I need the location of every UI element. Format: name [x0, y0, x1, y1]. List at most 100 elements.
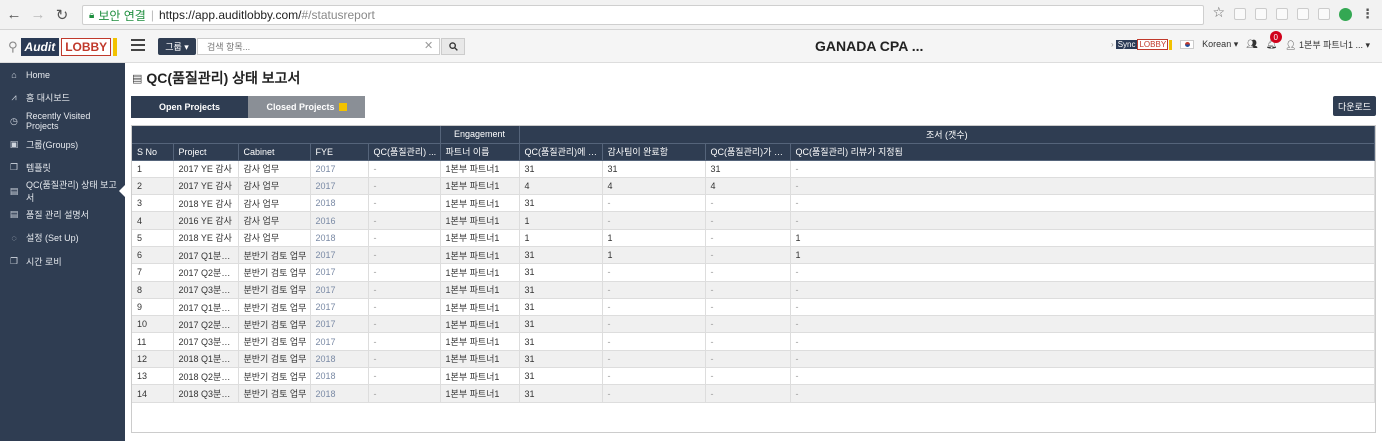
sidebar-item-label: 시간 로비: [26, 256, 62, 267]
bookmark-star-icon[interactable]: ☆: [1212, 4, 1225, 21]
menu-toggle-icon[interactable]: [131, 39, 145, 51]
table-group-header: Engagement 조서 (갯수): [132, 126, 1376, 144]
browser-toolbar: ← → ↻ ⌂ 🔒︎ 보안 연결 | https://app.auditlobb…: [0, 0, 1382, 30]
page-title: ▤ QC(품질관리) 상태 보고서: [132, 70, 301, 86]
table-cell: -: [602, 281, 706, 299]
extension-icon[interactable]: [1234, 8, 1246, 20]
table-row[interactable]: 2 2017 YE 감사 감사 업무 2017-1본부 파트너1 4 4 4-: [132, 177, 1376, 196]
table-row[interactable]: 5 2018 YE 감사 감사 업무 2018-1본부 파트너1 1 1-1: [132, 229, 1376, 247]
table-cell: 31: [519, 384, 603, 403]
search-input[interactable]: [197, 38, 440, 55]
sidebar-item[interactable]: ▤ QC(품질관리) 상태 보고서: [0, 179, 125, 203]
table-row[interactable]: 7 2017 Q2분기 ... 분반기 검토 업무 2017-1본부 파트너1 31- -…: [132, 263, 1376, 282]
table-cell: 31: [519, 332, 603, 351]
sidebar-item[interactable]: ❐ 템플릿: [0, 156, 125, 179]
sidebar-item-label: Home: [26, 69, 51, 80]
table-cell: 1본부 파트너1: [440, 350, 520, 369]
extension-icon[interactable]: [1318, 8, 1330, 20]
table-row[interactable]: 8 2017 Q3분기 ... 분반기 검토 업무 2017-1본부 파트너1 31- -…: [132, 281, 1376, 299]
notification-button[interactable]: 🔔︎ 0: [1266, 31, 1282, 50]
table-cell: 1: [790, 246, 1376, 265]
table-row[interactable]: 9 2017 Q1분기 ... 분반기 검토 업무 2017-1본부 파트너1 31- -…: [132, 298, 1376, 317]
sidebar-item[interactable]: ▤ 품질 관리 설명서: [0, 203, 125, 226]
column-header[interactable]: FYE: [310, 143, 369, 161]
audit-lobby-logo[interactable]: ⚲ Audit LOBBY: [8, 36, 118, 58]
template-icon: ❐: [9, 162, 19, 173]
table-cell: -: [705, 194, 791, 213]
sidebar-item[interactable]: ⩘ 홈 대시보드: [0, 86, 125, 109]
lock-badge-icon: [338, 103, 347, 111]
table-row[interactable]: 10 2017 Q2분기 ... 분반기 검토 업무 2017-1본부 파트너1 31-…: [132, 315, 1376, 334]
reload-icon[interactable]: ↻: [52, 5, 72, 25]
download-button[interactable]: 다운로드: [1333, 96, 1376, 116]
table-cell: -: [790, 350, 1376, 369]
column-header[interactable]: Cabinet: [238, 143, 311, 161]
table-row[interactable]: 6 2017 Q1분기 ... 분반기 검토 업무 2017-1본부 파트너1 31 1-…: [132, 246, 1376, 265]
table-cell: 8: [132, 281, 174, 299]
table-cell: 1: [132, 160, 174, 178]
table-row[interactable]: 4 2016 YE 감사 감사 업무 2016-1본부 파트너1 1- - -: [132, 211, 1376, 230]
table-cell: 감사 업무: [238, 160, 311, 178]
table-row[interactable]: 12 2018 Q1분기 ... 분반기 검토 업무 2018-1본부 파트너1 31-…: [132, 350, 1376, 369]
sidebar: ⌂ Home ⩘ 홈 대시보드 ◷ Recently Visited Projects ▣ 그…: [0, 63, 125, 441]
table-cell: -: [368, 263, 441, 282]
sidebar-item[interactable]: ◷ Recently Visited Projects: [0, 110, 125, 133]
table-cell: 31: [519, 281, 603, 299]
forward-arrow-icon[interactable]: →: [28, 5, 48, 25]
table-cell: 2018: [310, 350, 369, 369]
column-header[interactable]: QC(품질관리)가 리뷰...: [705, 143, 791, 161]
table-cell: 분반기 검토 업무: [238, 384, 311, 403]
tab-closed-projects[interactable]: Closed Projects: [248, 96, 365, 118]
sidebar-item[interactable]: ❐ 시간 로비: [0, 249, 125, 272]
camera-extension-icon[interactable]: [1255, 8, 1267, 20]
users-icon[interactable]: 👥︎: [1246, 39, 1257, 50]
status-report-table: Engagement 조서 (갯수) S No Project Cabinet FYE…: [131, 125, 1376, 433]
table-cell: -: [705, 298, 791, 317]
table-row[interactable]: 14 2018 Q3분기 ... 분반기 검토 업무 2018-1본부 파트너1 31-…: [132, 384, 1376, 403]
back-arrow-icon[interactable]: ←: [4, 5, 24, 25]
table-cell: 2018 Q3분기 ...: [173, 384, 239, 403]
table-cell: -: [368, 315, 441, 334]
header-actions: › Sync LOBBY Korean ▾ 👥︎ 🔔︎ 0 👤︎ 1본부 파트너…: [1111, 31, 1370, 51]
table-cell: -: [368, 229, 441, 247]
clear-icon[interactable]: ✕: [424, 39, 433, 52]
column-header[interactable]: S No: [132, 143, 174, 161]
group-select[interactable]: 그룹 ▾: [158, 38, 196, 55]
address-bar[interactable]: 🔒︎ 보안 연결 | https://app.auditlobby.com/#/…: [82, 5, 1204, 25]
table-row[interactable]: 13 2018 Q2분기 ... 분반기 검토 업무 2018-1본부 파트너1 31-…: [132, 367, 1376, 386]
table-cell: 4: [132, 211, 174, 230]
logo-figure-icon: ⚲: [8, 39, 18, 54]
column-header[interactable]: QC(품질관리) 리뷰가 지정됨: [790, 143, 1376, 161]
language-select[interactable]: Korean ▾: [1202, 39, 1238, 50]
table-row[interactable]: 3 2018 YE 감사 감사 업무 2018-1본부 파트너1 31- - -: [132, 194, 1376, 213]
settings-icon: ◌: [11, 232, 17, 243]
sidebar-item[interactable]: ⌂ Home: [0, 63, 125, 86]
column-header[interactable]: 파트너 이름: [440, 143, 520, 161]
extension-icon[interactable]: [1276, 8, 1288, 20]
sidebar-item[interactable]: ▣ 그룹(Groups): [0, 133, 125, 156]
sync-lobby-button[interactable]: › Sync LOBBY: [1111, 39, 1173, 50]
table-cell: 1본부 파트너1: [440, 281, 520, 299]
table-cell: 11: [132, 332, 174, 351]
table-cell: -: [705, 350, 791, 369]
search-button[interactable]: [441, 38, 465, 55]
tab-open-projects[interactable]: Open Projects: [131, 96, 248, 118]
table-row[interactable]: 1 2017 YE 감사 감사 업무 2017-1본부 파트너1 31 31 31-: [132, 160, 1376, 178]
chrome-menu-icon[interactable]: ⋮: [1361, 6, 1374, 22]
column-header[interactable]: 감사팀이 완료함: [602, 143, 706, 161]
table-cell: 2018 YE 감사: [173, 229, 239, 247]
column-header[interactable]: QC(품질관리) ...: [368, 143, 441, 161]
table-cell: -: [602, 367, 706, 386]
table-cell: 14: [132, 384, 174, 403]
column-header[interactable]: Project: [173, 143, 239, 161]
table-cell: 2017 YE 감사: [173, 160, 239, 178]
table-cell: -: [705, 332, 791, 351]
extension-icon[interactable]: [1297, 8, 1309, 20]
table-row[interactable]: 11 2017 Q3분기 ... 분반기 검토 업무 2017-1본부 파트너1 31-…: [132, 332, 1376, 351]
url-text: https://app.auditlobby.com/#/statusrepor…: [158, 8, 375, 22]
sidebar-item[interactable]: ◌ 설정 (Set Up): [0, 226, 125, 249]
chrome-profile-icon[interactable]: [1339, 7, 1352, 21]
user-menu[interactable]: 👤︎ 1본부 파트너1 ... ▾: [1285, 38, 1370, 51]
firm-title: GANADA CPA ...: [815, 38, 924, 54]
column-header[interactable]: QC(품질관리)에 지정...: [519, 143, 603, 161]
